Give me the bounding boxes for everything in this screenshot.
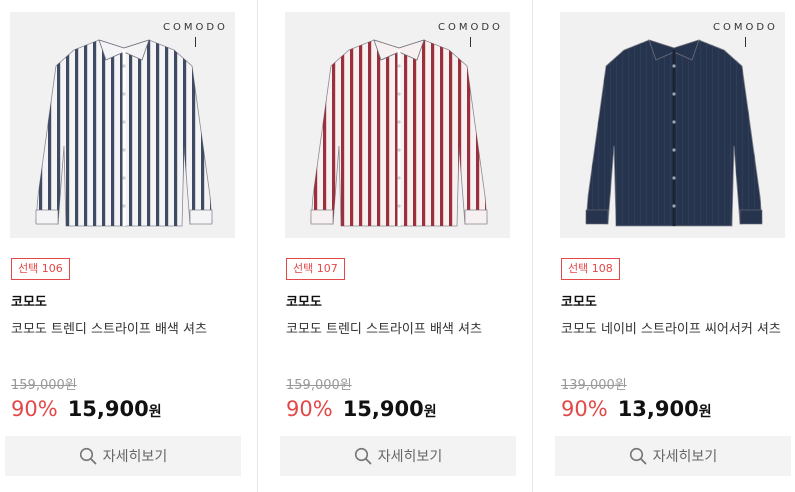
sale-price: 13,900 [617,397,699,421]
selection-badge: 선택 108 [561,258,620,280]
price-row: 90% 13,900 원 [561,397,712,427]
price-row: 90% 15,900 원 [286,397,437,427]
view-details-button[interactable]: 자세히보기 [280,436,516,476]
product-image[interactable]: COMODO [285,12,510,238]
view-details-label: 자세히보기 [102,449,168,465]
view-details-label: 자세히보기 [652,449,718,465]
currency-unit: 원 [423,404,437,420]
original-price: 159,000원 [11,378,77,393]
search-icon [354,447,372,465]
shirt-image [310,39,488,227]
view-details-button[interactable]: 자세히보기 [5,436,241,476]
search-icon [629,447,647,465]
product-name[interactable]: 코모도 트렌디 스트라이프 배색 셔츠 [11,319,237,341]
discount-rate: 90% [11,397,58,421]
original-price: 139,000원 [561,378,627,393]
brand-name: 코모도 [11,295,47,310]
product-name[interactable]: 코모도 네이비 스트라이프 씨어서커 셔츠 [561,319,787,341]
brand-name: 코모도 [286,295,322,310]
shirt-image [585,39,763,227]
column-divider [532,0,533,492]
original-price: 159,000원 [286,378,352,393]
brand-name: 코모도 [561,295,597,310]
search-icon [79,447,97,465]
product-card[interactable]: COMODO 선택 106 코모도 코모도 트렌디 스트라이프 배색 셔츠 15… [5,0,250,492]
view-details-label: 자세히보기 [377,449,443,465]
shirt-image [35,39,213,227]
view-details-button[interactable]: 자세히보기 [555,436,791,476]
selection-badge: 선택 106 [11,258,70,280]
product-card[interactable]: COMODO 선택 108 코모도 코모도 네이비 스트라이프 씨어서커 셔츠 … [555,0,795,492]
currency-unit: 원 [148,404,162,420]
discount-rate: 90% [561,397,608,421]
sale-price: 15,900 [342,397,424,421]
sale-price: 15,900 [67,397,149,421]
product-grid: COMODO 선택 106 코모도 코모도 트렌디 스트라이프 배색 셔츠 15… [0,0,795,492]
price-row: 90% 15,900 원 [11,397,162,427]
product-name[interactable]: 코모도 트렌디 스트라이프 배색 셔츠 [286,319,512,341]
column-divider [257,0,258,492]
discount-rate: 90% [286,397,333,421]
product-card[interactable]: COMODO 선택 107 코모도 코모도 트렌디 스트라이프 배색 셔츠 15… [280,0,525,492]
selection-badge: 선택 107 [286,258,345,280]
product-image[interactable]: COMODO [10,12,235,238]
product-image[interactable]: COMODO [560,12,785,238]
currency-unit: 원 [698,404,712,420]
